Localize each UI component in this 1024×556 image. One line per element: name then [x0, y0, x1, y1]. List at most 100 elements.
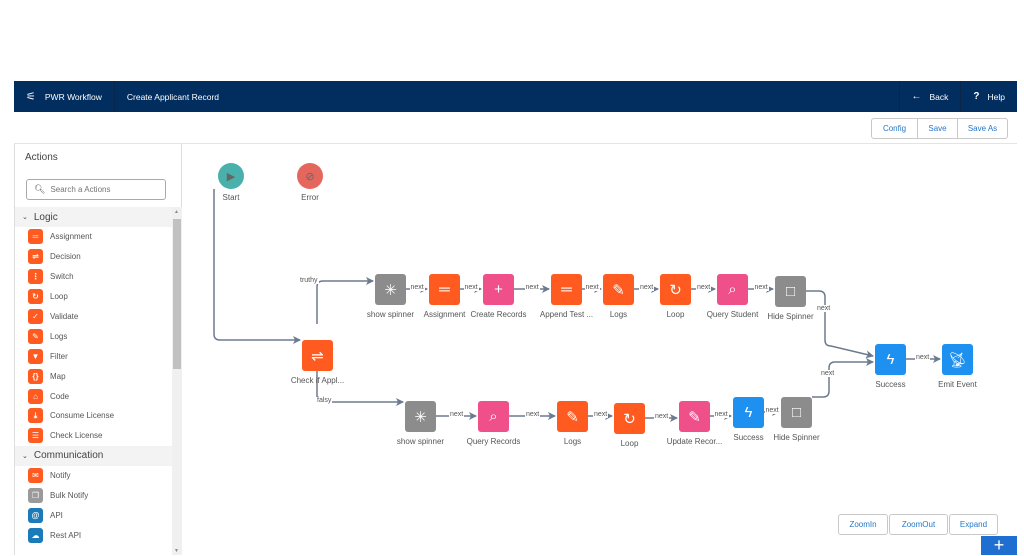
switch-icon: ⋮: [28, 269, 43, 285]
node-t-hide[interactable]: □: [775, 276, 806, 307]
node-t-loop[interactable]: ↻: [660, 274, 691, 305]
decision-icon: ⇌: [311, 347, 324, 365]
scrollbar-thumb[interactable]: [173, 219, 181, 369]
node-label: Loop: [620, 439, 639, 448]
node-f-update[interactable]: ✎: [679, 401, 710, 432]
help-button[interactable]: ? Help: [960, 81, 1017, 112]
expand-button[interactable]: Expand: [949, 514, 998, 535]
category-label: Communication: [33, 450, 104, 462]
action-item-notify[interactable]: ✉ Notify: [15, 466, 172, 486]
loop-icon: ↻: [669, 281, 682, 299]
node-t-logs[interactable]: ✎: [603, 274, 634, 305]
action-item-switch[interactable]: ⋮ Switch: [15, 267, 172, 287]
back-button[interactable]: ← Back: [898, 81, 961, 112]
node-label: Hide Spinner: [773, 433, 820, 442]
edge-label-next: next: [525, 411, 541, 418]
node-label: show spinner: [396, 437, 445, 446]
node-label: Loop: [666, 310, 685, 319]
action-item-rest-api[interactable]: ☁ Rest API: [15, 525, 172, 545]
stop-icon: □: [785, 283, 796, 300]
node-f-success[interactable]: ϟ: [733, 397, 764, 428]
save-button[interactable]: Save: [917, 118, 958, 139]
workflow-canvas[interactable]: ▶ Start ⊘ Error ⇌ Check if Appl... ✳ show spinn…: [183, 144, 1017, 555]
action-item-consume-license[interactable]: ⤓ Consume License: [15, 406, 172, 426]
node-label: Update Recor...: [666, 437, 723, 446]
action-item-logs[interactable]: ✎ Logs: [15, 326, 172, 346]
node-f-logs[interactable]: ✎: [557, 401, 588, 432]
node-f-query[interactable]: ⌕: [478, 401, 509, 432]
download-icon: ⤓: [28, 408, 43, 424]
action-item-code[interactable]: ⌂ Code: [15, 386, 172, 406]
action-item-label: Rest API: [50, 530, 82, 540]
node-t-assign[interactable]: ═: [429, 274, 460, 305]
search-icon: 🔍︎: [34, 184, 46, 194]
sidebar-scrollbar[interactable]: ▲ ▼: [172, 207, 182, 555]
node-t-query[interactable]: ⌕: [717, 274, 748, 305]
map-icon: {}: [28, 368, 43, 384]
zoom-out-button[interactable]: ZoomOut: [889, 514, 948, 535]
config-button[interactable]: Config: [871, 118, 918, 139]
node-t-create[interactable]: +: [483, 274, 514, 305]
action-item-label: Consume License: [50, 411, 115, 421]
node-t-append[interactable]: ═: [551, 274, 582, 305]
action-list: ⌄ Logic ═ Assignment ⇌ Decision ⋮ Switch ↻ Loop ✓ V…: [15, 207, 172, 555]
edge-label-falsy: falsy: [316, 397, 333, 404]
node-t-spinner[interactable]: ✳: [375, 274, 406, 305]
edge-label-next: next: [753, 284, 769, 291]
action-item-decision[interactable]: ⇌ Decision: [15, 247, 172, 267]
add-node-button[interactable]: +: [981, 535, 1017, 555]
code-icon: ⌂: [28, 388, 43, 404]
edge-label-next: next: [713, 411, 729, 418]
workflow-logo-icon: ⚟: [26, 91, 36, 103]
save-as-button[interactable]: Save As: [957, 118, 1008, 139]
app-name: PWR Workflow: [44, 91, 102, 102]
node-success[interactable]: ϟ: [875, 344, 906, 375]
scroll-down-icon[interactable]: ▼: [174, 548, 179, 554]
category-label: Logic: [33, 211, 58, 223]
action-item-label: Decision: [50, 252, 81, 262]
action-item-map[interactable]: {} Map: [15, 366, 172, 386]
clipboard-search-icon: ⌕: [489, 408, 498, 425]
help-label: Help: [987, 91, 1005, 102]
node-label: Error: [301, 193, 319, 202]
node-f-loop[interactable]: ↻: [614, 403, 645, 434]
edge-next: [812, 358, 874, 398]
action-item-assignment[interactable]: ═ Assignment: [15, 227, 172, 247]
action-item-loop[interactable]: ↻ Loop: [15, 287, 172, 307]
clipboard-plus-icon: +: [494, 281, 503, 298]
edge-label-next: next: [463, 284, 479, 291]
zoom-in-button[interactable]: ZoomIn: [838, 514, 888, 535]
node-error[interactable]: ⊘: [297, 163, 323, 189]
node-label: Query Records: [466, 437, 521, 446]
edge-truthy: [316, 277, 374, 324]
node-f-hide[interactable]: □: [781, 397, 812, 428]
node-emit[interactable]: 📡︎: [942, 344, 973, 375]
clipboard-search-icon: ⌕: [728, 281, 737, 298]
search-input[interactable]: [50, 185, 161, 194]
zoom-controls: ZoomIn ZoomOut Expand: [838, 514, 998, 535]
app-brand[interactable]: ⚟ PWR Workflow: [14, 81, 115, 112]
edge-label-next: next: [449, 411, 465, 418]
action-item-filter[interactable]: ▼ Filter: [15, 346, 172, 366]
node-check[interactable]: ⇌: [302, 340, 333, 371]
action-item-label: API: [50, 511, 63, 521]
validate-icon: ✓: [28, 309, 43, 324]
node-label: Logs: [563, 437, 582, 446]
search-box[interactable]: 🔍︎: [26, 179, 166, 200]
node-start[interactable]: ▶: [218, 163, 244, 189]
loop-icon: ↻: [28, 289, 43, 305]
action-item-check-license[interactable]: ☰ Check License: [15, 426, 172, 446]
action-item-label: Bulk Notify: [50, 491, 89, 501]
action-item-label: Code: [50, 391, 70, 401]
category-communication[interactable]: ⌄ Communication: [15, 445, 172, 466]
action-item-label: Filter: [50, 351, 68, 361]
action-item-bulk-notify[interactable]: ❐ Bulk Notify: [15, 486, 172, 506]
node-label: Success: [733, 433, 764, 442]
action-item-api[interactable]: @ API: [15, 506, 172, 526]
category-logic[interactable]: ⌄ Logic: [15, 207, 172, 227]
chevron-down-icon: ⌄: [22, 452, 28, 460]
edge-label-next: next: [820, 370, 836, 377]
scroll-up-icon[interactable]: ▲: [174, 209, 179, 215]
action-item-validate[interactable]: ✓ Validate: [15, 307, 172, 327]
node-f-spinner[interactable]: ✳: [405, 401, 436, 432]
